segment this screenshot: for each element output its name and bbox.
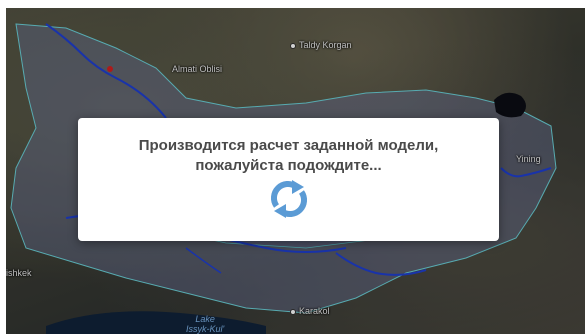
loading-message: Производится расчет заданной модели, пож… [138, 137, 439, 174]
loading-dialog: Производится расчет заданной модели, пож… [78, 118, 499, 241]
refresh-icon [266, 176, 312, 222]
